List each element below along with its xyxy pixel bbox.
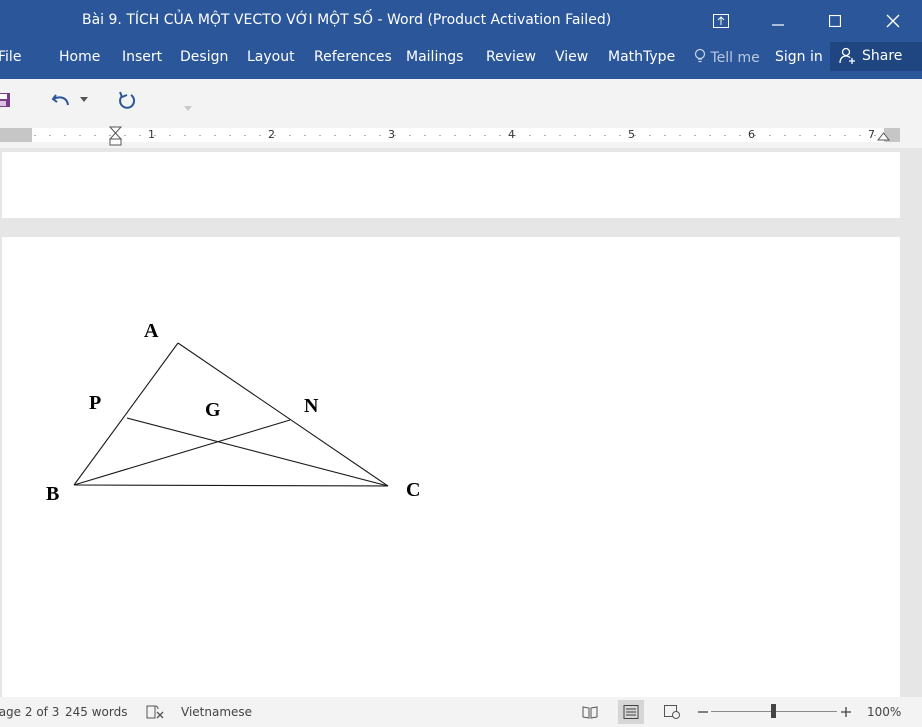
maximize-icon [828,15,841,27]
close-button[interactable] [864,0,921,42]
save-button[interactable] [0,91,12,109]
tab-view[interactable]: View [555,49,588,65]
ruler-number: 7 [868,128,875,141]
triangle-figure: A B C P N G [46,320,420,505]
status-bar: Page 2 of 3 245 words Vietnamese 100% [0,697,922,727]
page-count[interactable]: Page 2 of 3 [0,705,59,719]
web-layout-icon[interactable] [664,705,680,719]
side-ab [73,342,179,486]
point-label-n: N [304,395,319,417]
undo-icon [51,94,69,106]
title-bar: Bài 9. TÍCH CỦA MỘT VECTO VỚI MỘT SỐ - W… [0,0,922,44]
ribbon-tabs: File Home Insert Design Layout Reference… [0,44,922,79]
zoom-out-icon[interactable] [697,706,709,718]
minimize-icon [771,24,784,26]
page-1-bottom[interactable] [2,152,900,218]
page-2[interactable]: A B C P N G [2,237,900,697]
ruler-number: 6 [748,128,755,141]
point-label-p: P [89,392,101,414]
tab-insert[interactable]: Insert [122,49,162,65]
ruler-number: 1 [148,128,155,141]
quick-access-toolbar [0,79,922,124]
ruler-number: 3 [388,128,395,141]
sign-in-link[interactable]: Sign in [775,49,823,65]
ruler-number: 5 [628,128,635,141]
median-cp [126,417,389,487]
ribbon-display-options-button[interactable] [692,0,749,42]
tab-mailings[interactable]: Mailings [406,49,463,65]
ruler-number: 4 [508,128,515,141]
vertex-label-b: B [46,483,59,505]
ruler-number: 2 [268,128,275,141]
share-button[interactable]: Share [830,42,922,71]
tab-home[interactable]: Home [59,49,100,65]
language-indicator[interactable]: Vietnamese [181,705,252,719]
side-bc [73,484,389,487]
zoom-level[interactable]: 100% [867,705,901,719]
minimize-button[interactable] [749,0,806,42]
zoom-in-icon[interactable] [840,706,852,718]
person-add-icon [839,47,855,64]
chevron-down-icon [184,106,192,111]
tell-me-placeholder: Tell me [710,50,760,66]
horizontal-ruler[interactable]: 1 2 3 4 5 6 7 [0,124,922,148]
redo-icon [119,91,136,109]
word-count[interactable]: 245 words [65,705,127,719]
tab-file[interactable]: File [0,49,21,65]
print-layout-button[interactable] [618,700,644,724]
save-icon [0,93,10,107]
left-indent-marker [109,138,122,146]
tell-me-search[interactable]: Tell me [694,48,764,66]
ruler-scale [0,126,900,146]
tab-design[interactable]: Design [180,49,228,65]
lightbulb-icon [694,48,706,63]
tab-references[interactable]: References [314,49,392,65]
document-area[interactable]: A B C P N G [0,148,922,697]
close-icon [886,14,899,28]
point-label-g: G [205,399,221,421]
chevron-down-icon [80,97,88,102]
share-label: Share [862,48,903,64]
proofing-icon[interactable] [146,704,164,720]
window-title: Bài 9. TÍCH CỦA MỘT VECTO VỚI MỘT SỐ - W… [82,12,612,28]
zoom-slider-thumb[interactable] [771,704,776,718]
undo-button[interactable] [50,89,90,111]
read-mode-icon[interactable] [582,705,598,719]
tab-layout[interactable]: Layout [247,49,295,65]
maximize-button[interactable] [806,0,863,42]
tab-review[interactable]: Review [486,49,536,65]
customize-qat-button[interactable] [184,97,192,111]
print-layout-icon [623,705,639,719]
vertex-label-c: C [406,479,420,501]
redo-button[interactable] [116,89,138,111]
ribbon-display-icon [712,14,729,28]
vertex-label-a: A [144,320,159,342]
tab-mathtype[interactable]: MathType [608,49,675,65]
